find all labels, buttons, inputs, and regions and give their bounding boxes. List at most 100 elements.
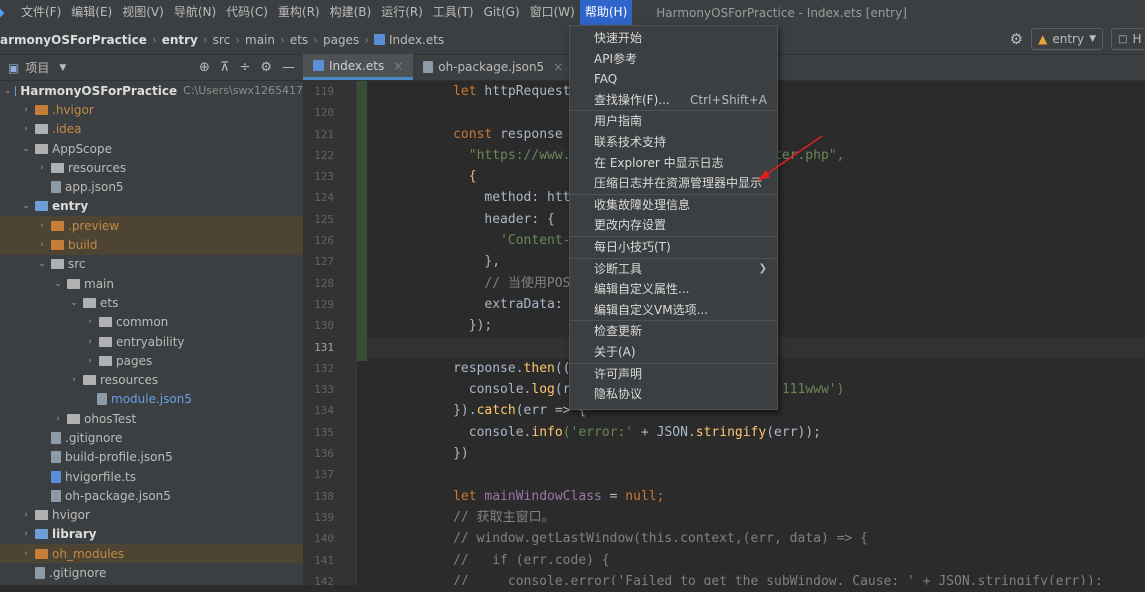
menu-git[interactable]: Git(G) bbox=[479, 0, 525, 25]
menu-build[interactable]: 构建(B) bbox=[325, 0, 377, 25]
tree-item[interactable]: hvigorfile.ts bbox=[0, 467, 303, 486]
menu-item-label: 关于(A) bbox=[594, 344, 636, 359]
chevron-down-icon[interactable]: ⌄ bbox=[36, 259, 48, 269]
tree-item[interactable]: .gitignore bbox=[0, 428, 303, 447]
menu-code[interactable]: 代码(C) bbox=[221, 0, 273, 25]
breadcrumb-ets[interactable]: ets bbox=[290, 33, 308, 47]
tree-item[interactable]: ⌄ HarmonyOSForPractice C:\Users\swx1265417 bbox=[0, 81, 303, 100]
tree-item[interactable]: › build bbox=[0, 235, 303, 255]
menu-item-contact-support[interactable]: 联系技术支持 bbox=[570, 132, 777, 153]
chevron-right-icon[interactable]: › bbox=[84, 337, 96, 347]
tree-item[interactable]: ⌄ AppScope bbox=[0, 139, 303, 158]
chevron-right-icon[interactable]: › bbox=[84, 317, 96, 327]
menu-item-collect-troubleshooting[interactable]: 收集故障处理信息 bbox=[570, 195, 777, 216]
locate-icon[interactable]: ⊕ bbox=[199, 60, 210, 75]
run-config-select[interactable]: ▲ entry ▼ bbox=[1031, 28, 1103, 50]
menu-item-faq[interactable]: FAQ bbox=[570, 69, 777, 90]
tree-item[interactable]: › resources bbox=[0, 370, 303, 389]
chevron-right-icon[interactable]: › bbox=[20, 124, 32, 134]
tree-item[interactable]: ⌄ main bbox=[0, 274, 303, 293]
module-icon: ▲ bbox=[1038, 32, 1048, 46]
tree-item[interactable]: › common bbox=[0, 313, 303, 332]
tree-item[interactable]: ⌄ entry bbox=[0, 197, 303, 216]
breadcrumb-entry[interactable]: entry bbox=[162, 33, 198, 47]
menu-item-find-action[interactable]: 查找操作(F)... Ctrl+Shift+A bbox=[570, 90, 777, 111]
menu-item-change-memory[interactable]: 更改内存设置 bbox=[570, 215, 777, 236]
tree-item[interactable]: build-profile.json5 bbox=[0, 448, 303, 467]
tree-item[interactable]: › library bbox=[0, 525, 303, 544]
tree-item[interactable]: › .idea bbox=[0, 120, 303, 139]
project-panel-title[interactable]: 项目 bbox=[25, 59, 49, 76]
breadcrumb-src[interactable]: src bbox=[213, 33, 231, 47]
tree-item[interactable]: ⌄ src bbox=[0, 255, 303, 274]
breadcrumb-main[interactable]: main bbox=[245, 33, 275, 47]
menu-item-edit-vm-options[interactable]: 编辑自定义VM选项... bbox=[570, 300, 777, 321]
tree-item[interactable]: › ohosTest bbox=[0, 409, 303, 428]
tab-index-ets[interactable]: Index.ets × bbox=[303, 54, 414, 80]
chevron-right-icon[interactable]: › bbox=[20, 529, 32, 539]
tree-item[interactable]: oh-package.json5 bbox=[0, 486, 303, 505]
tree-item[interactable]: › .hvigor bbox=[0, 100, 303, 119]
menu-item-check-updates[interactable]: 检查更新 bbox=[570, 321, 777, 342]
chevron-right-icon[interactable]: › bbox=[20, 549, 32, 559]
chevron-right-icon[interactable]: › bbox=[36, 163, 48, 173]
tree-item[interactable]: module.json5 bbox=[0, 390, 303, 409]
chevron-down-icon[interactable]: ⌄ bbox=[4, 86, 12, 96]
device-select[interactable]: □ H bbox=[1111, 28, 1145, 50]
menu-window[interactable]: 窗口(W) bbox=[525, 0, 580, 25]
menu-item-user-guide[interactable]: 用户指南 bbox=[570, 111, 777, 132]
tab-oh-package[interactable]: oh-package.json5 × bbox=[413, 54, 573, 80]
chevron-down-icon[interactable]: ⌄ bbox=[20, 201, 32, 211]
menu-item-quick-start[interactable]: 快速开始 bbox=[570, 28, 777, 49]
tree-item[interactable]: › .preview bbox=[0, 216, 303, 236]
menu-view[interactable]: 视图(V) bbox=[117, 0, 169, 25]
breadcrumb-pages[interactable]: pages bbox=[323, 33, 359, 47]
tree-item[interactable]: ⌄ ets bbox=[0, 293, 303, 312]
breadcrumb-project[interactable]: armonyOSForPractice bbox=[0, 33, 147, 47]
menu-item-about[interactable]: 关于(A) bbox=[570, 342, 777, 363]
chevron-down-icon[interactable]: ⌄ bbox=[20, 144, 32, 154]
menu-navigate[interactable]: 导航(N) bbox=[169, 0, 221, 25]
settings-icon[interactable]: ⚙ bbox=[1010, 30, 1023, 48]
menu-item-compress-logs[interactable]: 压缩日志并在资源管理器中显示 bbox=[570, 173, 777, 194]
chevron-right-icon[interactable]: › bbox=[68, 375, 80, 385]
menu-item-edit-custom-properties[interactable]: 编辑自定义属性... bbox=[570, 279, 777, 300]
tree-item[interactable]: app.json5 bbox=[0, 177, 303, 196]
menu-item-tip-of-day[interactable]: 每日小技巧(T) bbox=[570, 237, 777, 258]
tree-item[interactable]: › oh_modules bbox=[0, 544, 303, 564]
menu-help[interactable]: 帮助(H) bbox=[579, 0, 633, 25]
tree-item[interactable]: › resources bbox=[0, 158, 303, 177]
chevron-right-icon[interactable]: › bbox=[52, 414, 64, 424]
menu-item-api-reference[interactable]: API参考 bbox=[570, 49, 777, 70]
hide-icon[interactable]: — bbox=[282, 60, 295, 75]
menu-item-show-log[interactable]: 在 Explorer 中显示日志 bbox=[570, 153, 777, 174]
tree-item[interactable]: › entryability bbox=[0, 332, 303, 351]
chevron-down-icon[interactable]: ▼ bbox=[59, 63, 66, 73]
chevron-right-icon[interactable]: › bbox=[36, 240, 48, 250]
menu-tools[interactable]: 工具(T) bbox=[428, 0, 479, 25]
collapse-all-icon[interactable]: ⊼ bbox=[220, 60, 230, 75]
menu-file[interactable]: 文件(F) bbox=[16, 0, 66, 25]
menu-item-diagnostic-tools[interactable]: 诊断工具 ❯ bbox=[570, 259, 777, 280]
chevron-right-icon[interactable]: › bbox=[20, 510, 32, 520]
breadcrumb-file[interactable]: Index.ets bbox=[389, 33, 444, 47]
chevron-right-icon[interactable]: › bbox=[20, 105, 32, 115]
menu-refactor[interactable]: 重构(R) bbox=[273, 0, 325, 25]
menu-run[interactable]: 运行(R) bbox=[376, 0, 428, 25]
chevron-down-icon[interactable]: ⌄ bbox=[68, 298, 80, 308]
tree-item[interactable]: .gitignore bbox=[0, 563, 303, 582]
close-icon[interactable]: × bbox=[553, 60, 563, 74]
tree-item[interactable]: › pages bbox=[0, 351, 303, 370]
tree-item[interactable]: › hvigor bbox=[0, 506, 303, 525]
menu-edit[interactable]: 编辑(E) bbox=[66, 0, 117, 25]
line-number-gutter[interactable]: 119 120 121 122 123 124 125 126 127 128 … bbox=[303, 81, 357, 588]
menu-item-privacy[interactable]: 隐私协议 bbox=[570, 384, 777, 405]
code-token: console. bbox=[468, 382, 532, 398]
chevron-right-icon[interactable]: › bbox=[84, 356, 96, 366]
gear-icon[interactable]: ⚙ bbox=[260, 60, 272, 75]
chevron-down-icon[interactable]: ⌄ bbox=[52, 279, 64, 289]
close-icon[interactable]: × bbox=[393, 59, 403, 73]
expand-all-icon[interactable]: ÷ bbox=[239, 60, 250, 75]
menu-item-license[interactable]: 许可声明 bbox=[570, 364, 777, 385]
chevron-right-icon[interactable]: › bbox=[36, 221, 48, 231]
